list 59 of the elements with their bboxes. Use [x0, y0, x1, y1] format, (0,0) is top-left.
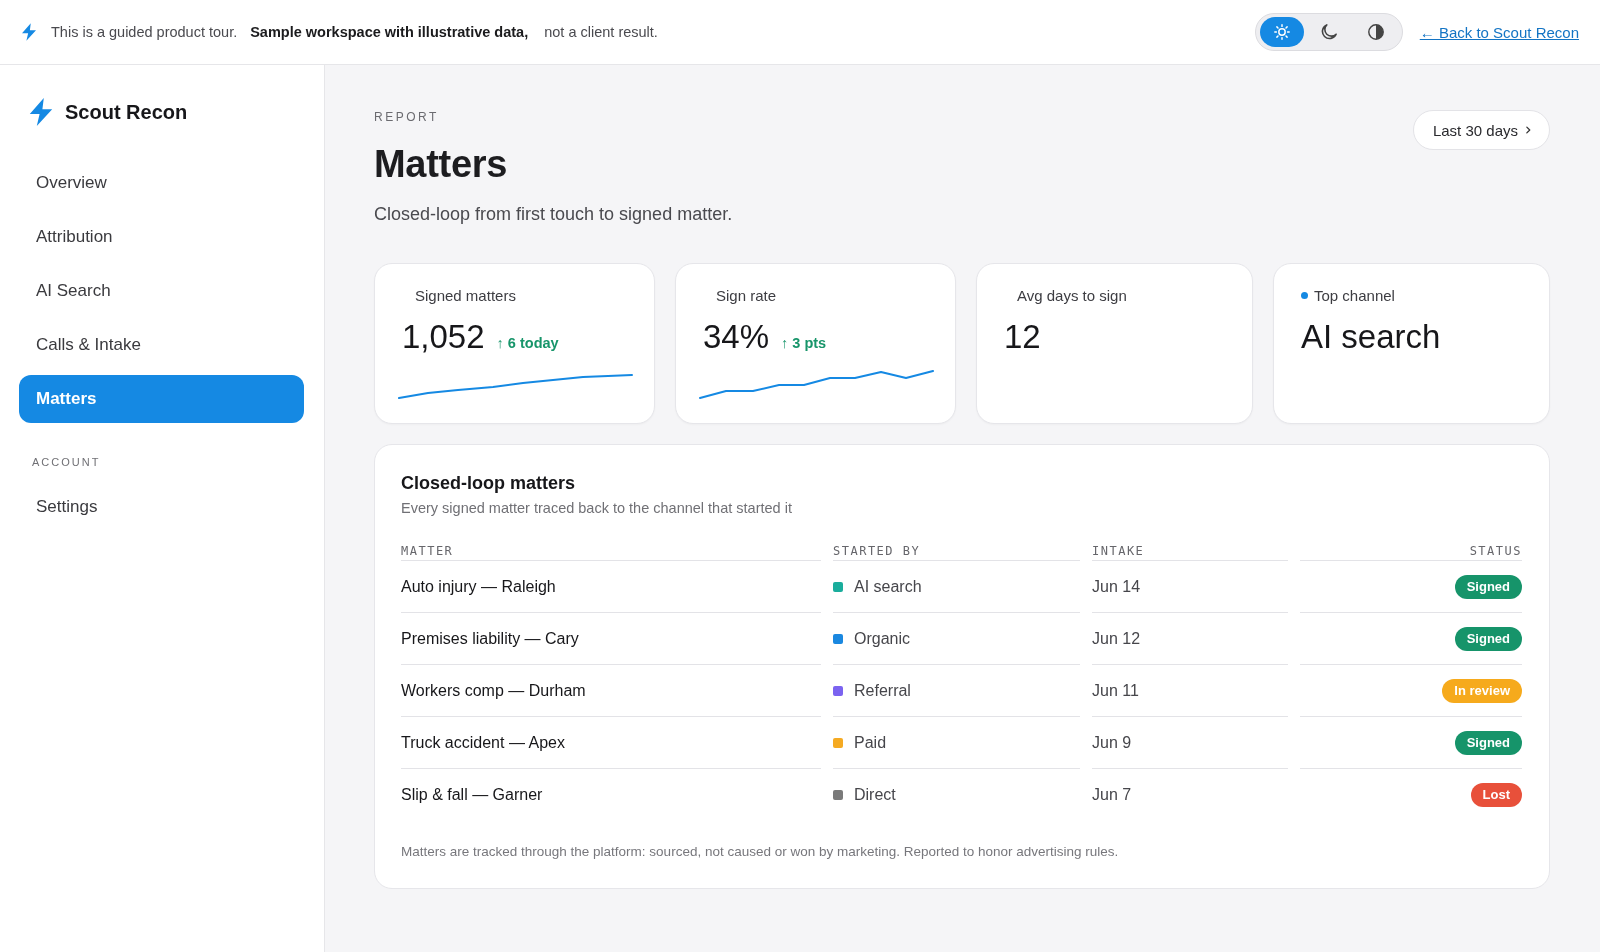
- nav-item[interactable]: Attribution: [19, 213, 304, 261]
- back-link[interactable]: ← Back to Scout Recon: [1419, 23, 1579, 41]
- kpi-delta: ↑ 3 pts: [781, 335, 827, 351]
- status-badge: Signed: [1454, 730, 1522, 755]
- nav-item[interactable]: Settings: [19, 483, 304, 531]
- banner-text: This is a guided product tour.: [51, 24, 238, 40]
- footnote: Matters are tracked through the platform: sourced, not caused or won by marketing. Reported to honor advertising rules.: [401, 843, 1120, 861]
- panel-subtitle: Every signed matter traced back to the channel that started it: [401, 499, 793, 518]
- channel-label: AI search: [854, 577, 922, 596]
- banner-emphasis: Sample workspace with illustrative data,: [250, 24, 529, 40]
- kpi-delta: ↑ 6 today: [496, 335, 559, 351]
- table-cell: Jun 9: [1092, 717, 1288, 769]
- table-cell-text: Jun 7: [1092, 784, 1133, 805]
- kpi-value: AI search: [1301, 317, 1441, 357]
- moon-icon: [1320, 24, 1337, 40]
- channel-label: Paid: [854, 733, 887, 752]
- table-cell: Auto injury — Raleigh: [401, 561, 821, 613]
- eyebrow-label: REPORT: [374, 109, 440, 125]
- chevron-icon: [1526, 126, 1531, 134]
- page-title: Matters: [374, 142, 509, 187]
- brand-name: Scout Recon: [65, 100, 188, 124]
- kpi-value: 34%: [703, 317, 770, 357]
- date-range-button[interactable]: Last 30 days: [1412, 110, 1550, 150]
- kpi-label: Top channel: [1314, 286, 1395, 304]
- table-cell: Jun 12: [1092, 613, 1288, 665]
- status-badge: Lost: [1470, 782, 1522, 807]
- bolt-icon: [22, 23, 36, 41]
- table-cell: Jun 11: [1092, 665, 1288, 717]
- channel-label: Referral: [854, 681, 911, 700]
- section-heading: ACCOUNT: [31, 455, 102, 469]
- contrast-icon: [1367, 24, 1384, 40]
- page-subtitle: Closed-loop from first touch to signed matter.: [374, 203, 733, 226]
- column-header: INTAKE: [1092, 543, 1288, 561]
- column-header: MATTER: [401, 543, 821, 561]
- table-cell-text: Slip & fall — Garner: [401, 784, 544, 805]
- status-badge: Signed: [1454, 574, 1522, 599]
- sun-icon: [1273, 24, 1290, 40]
- table-cell: Workers comp — Durham: [401, 665, 821, 717]
- kpi-value: 1,052: [402, 317, 485, 357]
- banner-text: not a client result.: [544, 24, 658, 40]
- bolt-icon: [29, 98, 53, 126]
- table-cell: Premises liability — Cary: [401, 613, 821, 665]
- table-cell: Truck accident — Apex: [401, 717, 821, 769]
- kpi-label: Sign rate: [716, 286, 777, 304]
- nav-item[interactable]: Matters: [19, 375, 304, 423]
- channel-label: Direct: [854, 785, 896, 804]
- status-badge: Signed: [1454, 626, 1522, 651]
- table-cell: Jun 14: [1092, 561, 1288, 613]
- column-header: STATUS: [1300, 543, 1522, 561]
- channel-label: Organic: [854, 629, 911, 648]
- nav-item[interactable]: Calls & Intake: [19, 321, 304, 369]
- status-badge: In review: [1442, 678, 1522, 703]
- nav-item[interactable]: AI Search: [19, 267, 304, 315]
- column-header: STARTED BY: [833, 543, 1080, 561]
- nav-item[interactable]: Overview: [19, 159, 304, 207]
- kpi-label: Avg days to sign: [1017, 286, 1127, 304]
- panel-title: Closed-loop matters: [401, 472, 577, 495]
- kpi-value: 12: [1004, 317, 1041, 357]
- kpi-label: Signed matters: [415, 286, 516, 304]
